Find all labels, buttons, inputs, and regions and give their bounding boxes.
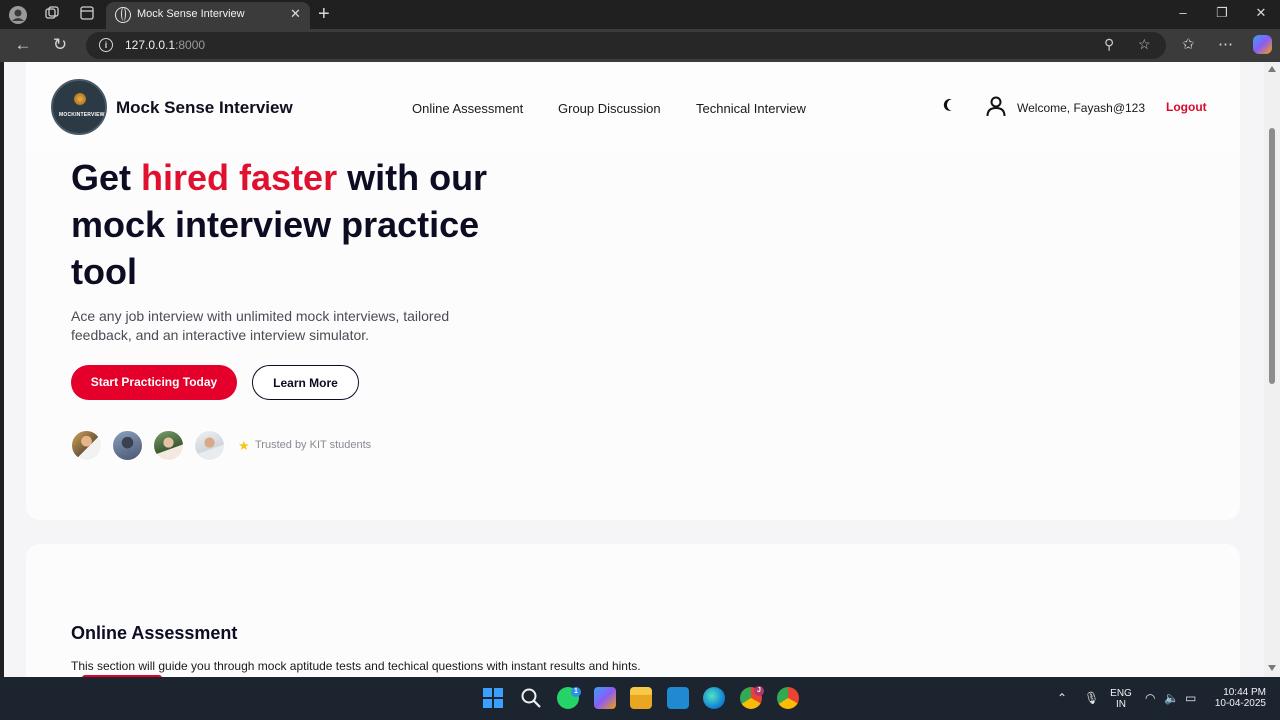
tab-title: Mock Sense Interview <box>137 8 245 20</box>
close-tab-icon[interactable]: ✕ <box>290 6 301 22</box>
site-logo[interactable]: MOCKINTERVIEW <box>51 79 107 135</box>
scroll-thumb[interactable] <box>1269 128 1275 384</box>
scroll-up-icon[interactable] <box>1268 66 1276 72</box>
search-icon[interactable] <box>520 687 542 709</box>
browser-tab-bar: Mock Sense Interview ✕ + – ❐ ✕ <box>0 0 1280 29</box>
section-title: Online Assessment <box>71 623 238 643</box>
nav-technical-interview[interactable]: Technical Interview <box>696 101 806 116</box>
tab-mock-sense-interview[interactable]: Mock Sense Interview ✕ <box>106 2 310 29</box>
microphone-icon[interactable]: 🎙 <box>1084 691 1099 705</box>
chrome-icon[interactable] <box>777 687 799 709</box>
logo-emblem-icon <box>74 93 86 105</box>
avatar <box>153 430 184 461</box>
address-bar[interactable]: i 127.0.0.1:8000 ⚲ ☆ <box>86 32 1166 59</box>
close-window-icon[interactable]: ✕ <box>1251 5 1271 21</box>
minimize-icon[interactable]: – <box>1173 5 1193 20</box>
nav-group-discussion[interactable]: Group Discussion <box>558 101 661 116</box>
battery-icon[interactable]: ▭ <box>1185 691 1196 705</box>
hero-heading: Get hired faster with our mock interview… <box>71 157 488 292</box>
globe-icon <box>115 7 131 23</box>
windows-start-icon[interactable] <box>483 688 503 708</box>
avatar <box>112 430 143 461</box>
avatar <box>194 430 225 461</box>
workspaces-icon[interactable] <box>42 5 62 25</box>
refresh-icon[interactable]: ↻ <box>49 35 71 55</box>
clock[interactable]: 10:44 PM 10-04-2025 <box>1210 687 1266 709</box>
tab-actions-icon[interactable] <box>77 5 97 25</box>
restore-icon[interactable]: ❐ <box>1212 5 1232 21</box>
show-hidden-icons-icon[interactable]: ⌃ <box>1057 691 1067 705</box>
back-icon[interactable]: ← <box>12 35 34 55</box>
edge-icon[interactable] <box>703 687 725 709</box>
copilot-icon[interactable] <box>1253 35 1272 54</box>
browser-toolbar: ← ↻ i 127.0.0.1:8000 ⚲ ☆ ✩ ⋯ <box>0 29 1280 62</box>
hero-heading-accent: hired faster <box>141 157 338 198</box>
new-tab-icon[interactable]: + <box>318 3 330 26</box>
logout-link[interactable]: Logout <box>1166 100 1207 114</box>
avatar <box>71 430 102 461</box>
wifi-icon[interactable]: ◠ <box>1145 691 1155 705</box>
page-scrollbar[interactable] <box>1264 62 1280 677</box>
hero-description: Ace any job interview with unlimited moc… <box>71 308 450 343</box>
profile-icon[interactable] <box>8 5 28 25</box>
user-icon[interactable] <box>985 95 1007 117</box>
section-description: This section will guide you through mock… <box>71 659 641 673</box>
online-assessment-card <box>26 544 1240 677</box>
windows-taskbar: 1 J ⌃ 🎙 ENG IN ◠ 🔈 ▭ 10:44 PM 10-04-2025 <box>0 677 1280 720</box>
vscode-icon[interactable] <box>667 687 689 709</box>
whatsapp-badge: 1 <box>571 687 581 697</box>
chrome-profile-badge: J <box>754 686 764 696</box>
favorites-icon[interactable]: ✩ <box>1182 35 1195 53</box>
brand-name[interactable]: Mock Sense Interview <box>116 98 293 118</box>
url-text[interactable]: 127.0.0.1:8000 <box>125 38 205 52</box>
nav-online-assessment[interactable]: Online Assessment <box>412 101 523 116</box>
zoom-icon[interactable]: ⚲ <box>1104 36 1114 53</box>
trusted-text: Trusted by KIT students <box>255 439 372 451</box>
logo-text: MOCKINTERVIEW <box>59 112 105 118</box>
start-practicing-button[interactable]: Start Practicing Today <box>71 365 237 400</box>
file-explorer-icon[interactable] <box>630 687 652 709</box>
more-menu-icon[interactable]: ⋯ <box>1218 35 1233 53</box>
scroll-down-icon[interactable] <box>1268 665 1276 671</box>
volume-icon[interactable]: 🔈 <box>1164 691 1179 705</box>
language-indicator[interactable]: ENG IN <box>1109 688 1133 710</box>
favorite-star-icon[interactable]: ☆ <box>1138 36 1151 53</box>
copilot-app-icon[interactable] <box>594 687 616 709</box>
site-info-icon[interactable]: i <box>99 38 113 52</box>
welcome-text: Welcome, Fayash@123 <box>1017 101 1146 115</box>
page-viewport: MOCKINTERVIEW Mock Sense Interview Onlin… <box>4 62 1264 677</box>
learn-more-button[interactable]: Learn More <box>252 365 359 400</box>
star-icon: ★ <box>238 438 250 453</box>
